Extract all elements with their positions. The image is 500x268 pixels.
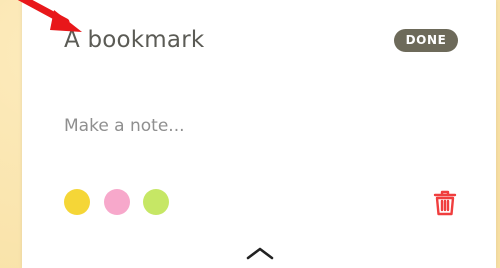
arrow-icon xyxy=(17,0,82,32)
color-swatch-green[interactable] xyxy=(143,189,169,215)
bookmark-card: A bookmark DONE Make a note... xyxy=(22,0,496,268)
note-input[interactable]: Make a note... xyxy=(64,114,185,138)
color-swatch-pink[interactable] xyxy=(104,189,130,215)
done-button[interactable]: DONE xyxy=(394,29,458,52)
chevron-up-icon[interactable] xyxy=(246,246,274,260)
color-swatch-yellow[interactable] xyxy=(64,189,90,215)
trash-icon[interactable] xyxy=(432,189,458,217)
